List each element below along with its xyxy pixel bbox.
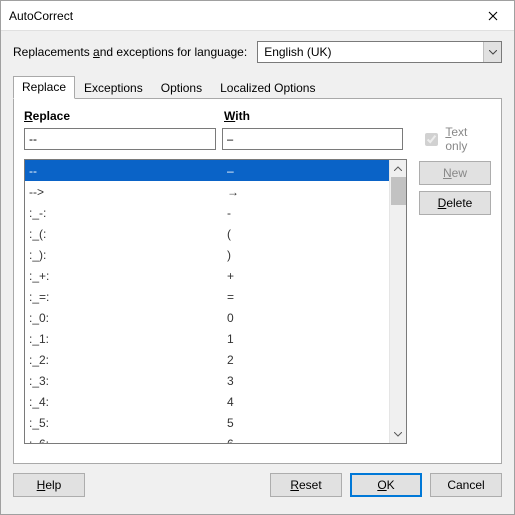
tab-exceptions[interactable]: Exceptions [75,77,152,99]
close-icon [488,11,498,21]
cell-with: + [227,269,389,283]
scrollbar[interactable] [389,160,406,443]
text-only-input [425,133,438,146]
replace-input[interactable] [24,128,216,150]
cancel-button[interactable]: Cancel [430,473,502,497]
cell-replace: :_(: [29,227,227,241]
table-row[interactable]: :_6:6 [25,433,389,443]
scroll-down-button[interactable] [390,426,406,443]
new-button[interactable]: New [419,161,491,185]
table-row[interactable]: :_3:3 [25,370,389,391]
cell-replace: :_0: [29,311,227,325]
table-row[interactable]: :_(:( [25,223,389,244]
cell-with: 6 [227,437,389,444]
chevron-down-icon [489,50,497,55]
cell-with: 0 [227,311,389,325]
tab-strip: ReplaceExceptionsOptionsLocalized Option… [13,77,502,99]
tab-panel-replace: Replace With Text only --–-->→:_-:-:_(:(… [13,99,502,464]
cell-with: – [227,164,389,178]
reset-button[interactable]: Reset [270,473,342,497]
table-row[interactable]: :_-:- [25,202,389,223]
scroll-up-button[interactable] [390,160,406,177]
language-selected: English (UK) [264,45,331,59]
cell-with: - [227,206,389,220]
replacements-list[interactable]: --–-->→:_-:-:_(:(:_):):_+:+:_=:=:_0:0:_1… [24,159,407,444]
cell-replace: :_3: [29,374,227,388]
language-label: Replacements and exceptions for language… [13,45,247,59]
cell-with: ) [227,248,389,262]
close-button[interactable] [472,1,514,30]
table-row[interactable]: :_1:1 [25,328,389,349]
cell-with: 3 [227,374,389,388]
titlebar: AutoCorrect [1,1,514,31]
dialog-content: Replacements and exceptions for language… [1,31,514,464]
cell-replace: :_-: [29,206,227,220]
table-row[interactable]: :_0:0 [25,307,389,328]
tab-replace[interactable]: Replace [13,76,75,99]
footer-right: Reset OK Cancel [270,473,502,497]
language-select[interactable]: English (UK) [257,41,502,63]
side-buttons: New Delete [407,161,491,449]
cell-replace: :_): [29,248,227,262]
table-row[interactable]: :_4:4 [25,391,389,412]
cell-replace: :_5: [29,416,227,430]
table-row[interactable]: :_+:+ [25,265,389,286]
help-button[interactable]: Help [13,473,85,497]
footer: Help Reset OK Cancel [1,464,514,514]
autocorrect-dialog: AutoCorrect Replacements and exceptions … [0,0,515,515]
table-row[interactable]: --– [25,160,389,181]
table-row[interactable]: -->→ [25,181,389,202]
dropdown-button[interactable] [483,42,501,62]
chevron-down-icon [394,432,402,437]
header-with: With [224,109,414,123]
with-input[interactable] [222,128,404,150]
column-headers: Replace With [24,109,491,123]
header-replace: Replace [24,109,224,123]
table-row[interactable]: :_5:5 [25,412,389,433]
table-row[interactable]: :_):) [25,244,389,265]
table-row[interactable]: :_2:2 [25,349,389,370]
cell-replace: :_6: [29,437,227,444]
cell-with: 2 [227,353,389,367]
main-row: --–-->→:_-:-:_(:(:_):):_+:+:_=:=:_0:0:_1… [24,159,491,449]
tab-options[interactable]: Options [152,77,211,99]
cell-with: 1 [227,332,389,346]
cell-replace: :_=: [29,290,227,304]
tab-localized[interactable]: Localized Options [211,77,324,99]
scroll-thumb[interactable] [391,177,406,205]
ok-button[interactable]: OK [350,473,422,497]
window-title: AutoCorrect [9,9,73,23]
cell-with: ( [227,227,389,241]
text-only-checkbox: Text only [421,125,491,153]
cell-replace: :_2: [29,353,227,367]
cell-with: = [227,290,389,304]
cell-replace: -- [29,164,227,178]
delete-button[interactable]: Delete [419,191,491,215]
chevron-up-icon [394,166,402,171]
cell-with: → [227,185,389,199]
inputs-row: Text only [24,125,491,153]
cell-replace: :_4: [29,395,227,409]
cell-replace: :_1: [29,332,227,346]
language-row: Replacements and exceptions for language… [13,41,502,63]
cell-with: 4 [227,395,389,409]
cell-with: 5 [227,416,389,430]
cell-replace: --> [29,185,227,199]
cell-replace: :_+: [29,269,227,283]
table-row[interactable]: :_=:= [25,286,389,307]
